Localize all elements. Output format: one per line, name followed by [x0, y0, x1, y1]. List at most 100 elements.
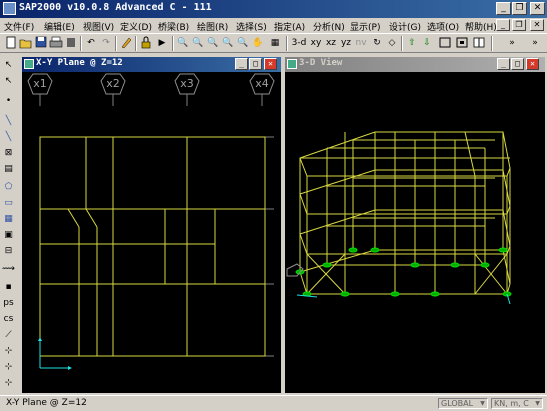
xy-plane-canvas[interactable]: x1 x2 x3 x4: [22, 72, 281, 395]
toolbar-separator: [172, 36, 174, 51]
pan-icon[interactable]: ✋: [251, 36, 265, 51]
open-folder-icon[interactable]: [19, 36, 33, 51]
menu-bridge[interactable]: 桥梁(B): [158, 20, 189, 33]
move-down-icon[interactable]: ⇩: [420, 36, 434, 51]
sap2000-app-icon[interactable]: [3, 2, 16, 15]
view-nv-button[interactable]: nv: [354, 36, 368, 51]
draw-poly-area-icon[interactable]: ⬠: [2, 181, 15, 193]
clear-selection-icon[interactable]: cs: [2, 313, 15, 325]
view-yz-button[interactable]: yz: [339, 36, 353, 51]
perspective-toggle-icon[interactable]: ◇: [385, 36, 399, 51]
coord-system-select[interactable]: GLOBAL ▼: [438, 398, 488, 409]
snap-midpoints-icon[interactable]: ⊹: [2, 361, 15, 373]
snap-joints-icon[interactable]: ⊹: [2, 345, 15, 357]
toolbar-overflow-icon-2[interactable]: »: [528, 36, 542, 51]
refresh-pencil-icon[interactable]: [119, 36, 133, 51]
select-all-icon[interactable]: ▪: [2, 281, 15, 293]
xy-minimize-button[interactable]: _: [235, 58, 248, 70]
pointer-icon[interactable]: ↖: [2, 59, 15, 71]
menu-select[interactable]: 选择(S): [236, 20, 267, 33]
move-up-icon[interactable]: ⇧: [405, 36, 419, 51]
draw-link-icon[interactable]: ⊟: [2, 245, 15, 257]
grid-bubble-x1: x1: [27, 73, 53, 106]
status-text: X-Y Plane @ Z=12: [6, 398, 87, 408]
menu-help[interactable]: 帮助(H): [465, 20, 497, 33]
menu-options[interactable]: 选项(O): [427, 20, 459, 33]
previous-zoom-icon[interactable]: 🔍: [206, 36, 220, 51]
draw-toolbar: ↖ ↖ • ╲ ╲ ⊠ ▤ ⬠ ▭ ▦ ▣ ⊟ ⟿ ▪ ps cs ⟋ ⊹ ⊹ …: [0, 55, 18, 395]
menu-edit[interactable]: 编辑(E): [44, 20, 75, 33]
set-display-options-icon[interactable]: ▦: [268, 36, 282, 51]
3d-view-titlebar[interactable]: 3-D View _ □ ✕: [285, 57, 545, 72]
quick-draw-area-icon[interactable]: ▦: [2, 213, 15, 225]
xy-plane-title: X-Y Plane @ Z=12: [36, 58, 123, 68]
menu-display[interactable]: 显示(P): [350, 20, 380, 33]
zoom-in-icon[interactable]: 🔍: [221, 36, 235, 51]
quick-draw-frame-icon[interactable]: ╲: [2, 131, 15, 143]
grid-bubble-x2: x2: [100, 73, 126, 106]
view-3d-button[interactable]: 3-d: [291, 36, 307, 51]
menu-draw[interactable]: 绘图(R): [197, 20, 228, 33]
minimize-button[interactable]: _: [496, 2, 511, 15]
title-bar: SAP2000 v10.0.8 Advanced C - 111 _ ❐ ✕: [0, 0, 547, 18]
object-shrink-icon[interactable]: [455, 36, 469, 51]
close-button[interactable]: ✕: [530, 2, 545, 15]
quick-draw-secondary-beams-icon[interactable]: ▤: [2, 163, 15, 175]
mdi-close-button[interactable]: ✕: [530, 19, 544, 31]
menu-analyze[interactable]: 分析(N): [313, 20, 345, 33]
intersecting-line-select-icon[interactable]: ⟋: [2, 329, 15, 341]
show-undeformed-icon[interactable]: [438, 36, 452, 51]
run-analysis-icon[interactable]: ▶: [155, 36, 169, 51]
chevron-down-icon: ▼: [478, 399, 487, 408]
3d-view-title: 3-D View: [299, 58, 343, 68]
3d-view-canvas[interactable]: [285, 72, 545, 395]
show-grid-icon[interactable]: [472, 36, 486, 51]
draw-point-icon[interactable]: •: [2, 95, 15, 107]
mdi-restore-button[interactable]: ❐: [512, 19, 526, 31]
xy-maximize-button[interactable]: □: [249, 58, 262, 70]
reshape-pointer-icon[interactable]: ↖: [2, 75, 15, 87]
rotate-view-icon[interactable]: ↻: [370, 36, 384, 51]
draw-rect-area-icon[interactable]: ▭: [2, 197, 15, 209]
menu-assign[interactable]: 指定(A): [274, 20, 305, 33]
toolbar-separator: [135, 36, 137, 51]
menu-design[interactable]: 设计(G): [389, 20, 421, 33]
units-select[interactable]: KN, m, C ▼: [491, 398, 543, 409]
get-previous-selection-icon[interactable]: ps: [2, 297, 15, 309]
xy-close-button[interactable]: ✕: [264, 58, 277, 70]
rubber-band-zoom-icon[interactable]: 🔍: [176, 36, 190, 51]
lock-icon[interactable]: [139, 36, 153, 51]
menu-define[interactable]: 定义(D): [120, 20, 152, 33]
restore-button[interactable]: ❐: [512, 2, 527, 15]
snap-intersections-icon[interactable]: ⊹: [2, 377, 15, 389]
frame-plan[interactable]: [39, 136, 266, 357]
draw-frame-icon[interactable]: ╲: [2, 115, 15, 127]
draw-section-cut-icon[interactable]: ⟿: [2, 263, 15, 275]
menu-bar: 文件(F) 编辑(E) 视图(V) 定义(D) 桥梁(B) 绘图(R) 选择(S…: [0, 18, 547, 33]
save-icon[interactable]: [34, 36, 48, 51]
new-file-icon[interactable]: [4, 36, 18, 51]
mdi-minimize-button[interactable]: _: [496, 19, 510, 31]
3d-maximize-button[interactable]: □: [511, 58, 524, 70]
print-icon[interactable]: [49, 36, 63, 51]
3d-close-button[interactable]: ✕: [526, 58, 539, 70]
grid-y-ticks: [265, 136, 274, 357]
draw-solid-icon[interactable]: ▣: [2, 229, 15, 241]
3d-frame-model[interactable]: [299, 131, 511, 295]
zoom-out-icon[interactable]: 🔍: [236, 36, 250, 51]
print-setup-icon[interactable]: [64, 36, 78, 51]
undo-icon[interactable]: ↶: [84, 36, 98, 51]
3d-minimize-button[interactable]: _: [497, 58, 510, 70]
restore-full-view-icon[interactable]: 🔍: [191, 36, 205, 51]
3d-view-window[interactable]: 3-D View _ □ ✕: [283, 55, 547, 395]
view-xz-button[interactable]: xz: [324, 36, 338, 51]
view-xy-button[interactable]: xy: [309, 36, 323, 51]
quick-draw-braces-icon[interactable]: ⊠: [2, 147, 15, 159]
xy-plane-window[interactable]: X-Y Plane @ Z=12 _ □ ✕ x1 x2 x3 x4: [20, 55, 283, 395]
xy-plane-titlebar[interactable]: X-Y Plane @ Z=12 _ □ ✕: [22, 57, 281, 72]
toolbar-separator: [115, 36, 117, 51]
redo-icon[interactable]: ↷: [99, 36, 113, 51]
toolbar-overflow-icon[interactable]: »: [505, 36, 519, 51]
menu-view[interactable]: 视图(V): [83, 20, 114, 33]
menu-file[interactable]: 文件(F): [4, 20, 34, 33]
